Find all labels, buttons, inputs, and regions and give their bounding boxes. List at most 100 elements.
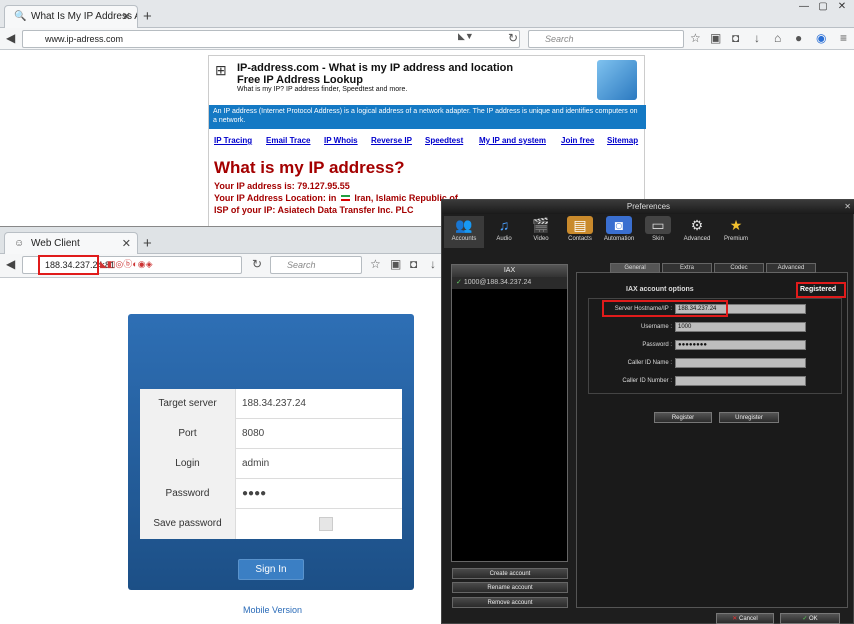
tab-premium-label: Premium xyxy=(723,236,748,242)
sync-icon[interactable]: ◉ xyxy=(816,31,826,45)
tab-advanced-label: Advanced xyxy=(683,236,711,242)
sign-in-button[interactable]: Sign In xyxy=(238,559,304,580)
login-table: Target server 188.34.237.24 Port 8080 Lo… xyxy=(140,389,402,539)
password-input[interactable]: ●●●●●●●● xyxy=(675,340,806,350)
ip-heading: What is my IP address? xyxy=(214,158,405,177)
save-password-checkbox[interactable] xyxy=(319,517,333,531)
nav-link-ip-whois[interactable]: IP Whois xyxy=(324,136,358,145)
back-search-box[interactable]: Search xyxy=(528,30,684,48)
target-server-label: Target server xyxy=(140,389,236,419)
close-dialog-icon[interactable]: ✕ xyxy=(844,202,851,211)
target-server-row: Target server 188.34.237.24 xyxy=(140,389,402,419)
back-arrow-icon[interactable]: ◀ xyxy=(6,31,15,45)
page-header-title: IP-address.com - What is my IP address a… xyxy=(237,62,513,86)
cancel-button[interactable]: ✕ Cancel xyxy=(716,613,774,624)
bookmark-star-icon[interactable]: ☆ xyxy=(690,31,701,45)
tab-contacts[interactable]: ▤ Contacts xyxy=(560,216,600,248)
nav-link-join-free[interactable]: Join free xyxy=(561,136,594,145)
back-arrow-icon[interactable]: ◀ xyxy=(6,257,15,271)
pocket-icon[interactable]: ◘ xyxy=(732,31,739,45)
pocket-icon[interactable]: ◘ xyxy=(410,257,417,271)
front-search-box[interactable]: Search xyxy=(270,256,362,274)
back-url-bar[interactable]: www.ip-adress.com xyxy=(22,30,520,48)
ok-button[interactable]: ✓ OK xyxy=(780,613,840,624)
ip-nav-links: IP Tracing Email Trace IP Whois Reverse … xyxy=(209,136,646,152)
remove-account-button[interactable]: Remove account xyxy=(452,597,568,608)
target-server-input[interactable]: 188.34.237.24 xyxy=(242,389,306,419)
nav-link-speedtest[interactable]: Speedtest xyxy=(425,136,463,145)
caller-id-name-input[interactable] xyxy=(675,358,806,368)
iax-account-list: IAX ✓ 1000@188.34.237.24 xyxy=(451,264,568,562)
tab-premium[interactable]: ★ Premium xyxy=(716,216,756,248)
close-tab-icon[interactable]: ✕ xyxy=(122,237,131,250)
password-label: Password xyxy=(140,479,236,509)
front-browser-tab[interactable]: ☺ Web Client ✕ xyxy=(4,232,138,255)
chat-icon[interactable]: ● xyxy=(795,31,802,45)
title-line-2: Free IP Address Lookup xyxy=(237,74,363,86)
reading-list-icon[interactable]: ▣ xyxy=(710,31,721,45)
caller-id-number-input[interactable] xyxy=(675,376,806,386)
username-input[interactable]: 1000 xyxy=(675,322,806,332)
reload-icon[interactable]: ↻ xyxy=(252,257,262,271)
subtab-general[interactable]: General xyxy=(610,263,660,273)
location-label: Your IP Address Location: in xyxy=(214,193,337,203)
tab-skin-label: Skin xyxy=(652,236,664,242)
nav-link-sitemap[interactable]: Sitemap xyxy=(607,136,638,145)
register-button[interactable]: Register xyxy=(654,412,712,423)
tab-video-label: Video xyxy=(533,236,549,242)
section-title: IAX account options xyxy=(626,286,694,293)
extension-icons[interactable]: ◣▼ xyxy=(458,31,474,42)
password-label: Password : xyxy=(642,342,672,348)
tab-automation[interactable]: ◙ Automation xyxy=(599,216,639,248)
rename-account-button[interactable]: Rename account xyxy=(452,582,568,593)
title-line-1: IP-address.com - What is my IP address a… xyxy=(237,62,514,74)
reading-list-icon[interactable]: ▣ xyxy=(390,257,401,271)
caller-id-number-label: Caller ID Number : xyxy=(622,378,672,384)
back-search-placeholder: Search xyxy=(545,34,574,44)
login-input[interactable]: admin xyxy=(242,449,269,479)
nav-link-reverse-ip[interactable]: Reverse IP xyxy=(371,136,412,145)
new-tab-icon[interactable]: + xyxy=(143,235,152,252)
back-tab-bar: 🔍 What Is My IP Address At I... ✕ + —▢✕ xyxy=(0,0,854,28)
create-account-button[interactable]: Create account xyxy=(452,568,568,579)
download-icon[interactable]: ↓ xyxy=(430,257,436,271)
caller-id-name-label: Caller ID Name : xyxy=(627,360,672,366)
tab-video[interactable]: 🎬 Video xyxy=(521,216,561,248)
minimize-icon[interactable]: — xyxy=(796,1,812,13)
subtab-extra[interactable]: Extra xyxy=(662,263,712,273)
mobile-version-link[interactable]: Mobile Version xyxy=(243,605,302,615)
tab-automation-label: Automation xyxy=(603,236,635,242)
nav-link-ip-tracing[interactable]: IP Tracing xyxy=(214,136,252,145)
extension-icons[interactable]: ◣◧◎ⓑ◐◉◈ xyxy=(100,257,153,270)
monitor-icon: ▭ xyxy=(645,216,671,234)
port-input[interactable]: 8080 xyxy=(242,419,264,449)
front-search-placeholder: Search xyxy=(287,260,316,270)
menu-icon[interactable]: ≡ xyxy=(840,31,847,45)
ip-definition-banner: An IP address (Internet Protocol Address… xyxy=(209,105,646,129)
nav-link-my-ip-and-system[interactable]: My IP and system xyxy=(479,136,546,145)
tab-advanced[interactable]: ⚙ Advanced xyxy=(677,216,717,248)
new-tab-icon[interactable]: + xyxy=(143,8,152,25)
password-input[interactable]: ●●●● xyxy=(242,479,266,509)
nav-link-email-trace[interactable]: Email Trace xyxy=(266,136,310,145)
tab-accounts[interactable]: 👥 Accounts xyxy=(444,216,484,248)
home-icon[interactable]: ⌂ xyxy=(774,31,781,45)
subtab-codec[interactable]: Codec xyxy=(714,263,764,273)
tab-audio[interactable]: ♫ Audio xyxy=(484,216,524,248)
subtab-advanced[interactable]: Advanced xyxy=(766,263,816,273)
unregister-button[interactable]: Unregister xyxy=(719,412,779,423)
network-logo-icon: ⊞ xyxy=(215,62,227,78)
close-tab-icon[interactable]: ✕ xyxy=(122,10,131,23)
bookmark-star-icon[interactable]: ☆ xyxy=(370,257,381,271)
cancel-label: Cancel xyxy=(739,616,758,622)
ip-address-line: Your IP address is: 79.127.95.55 xyxy=(214,181,350,191)
download-icon[interactable]: ↓ xyxy=(754,31,760,45)
front-browser-window: ☺ Web Client ✕ + ◀ 188.34.237.24:81 ◣◧◎ⓑ… xyxy=(0,226,444,624)
tab-skin[interactable]: ▭ Skin xyxy=(638,216,678,248)
back-browser-tab[interactable]: 🔍 What Is My IP Address At I... ✕ xyxy=(4,5,138,28)
close-window-icon[interactable]: ✕ xyxy=(834,1,850,13)
account-list-item[interactable]: ✓ 1000@188.34.237.24 xyxy=(452,277,567,289)
reload-icon[interactable]: ↻ xyxy=(508,31,518,45)
tab-audio-label: Audio xyxy=(496,236,512,242)
maximize-icon[interactable]: ▢ xyxy=(815,1,831,13)
